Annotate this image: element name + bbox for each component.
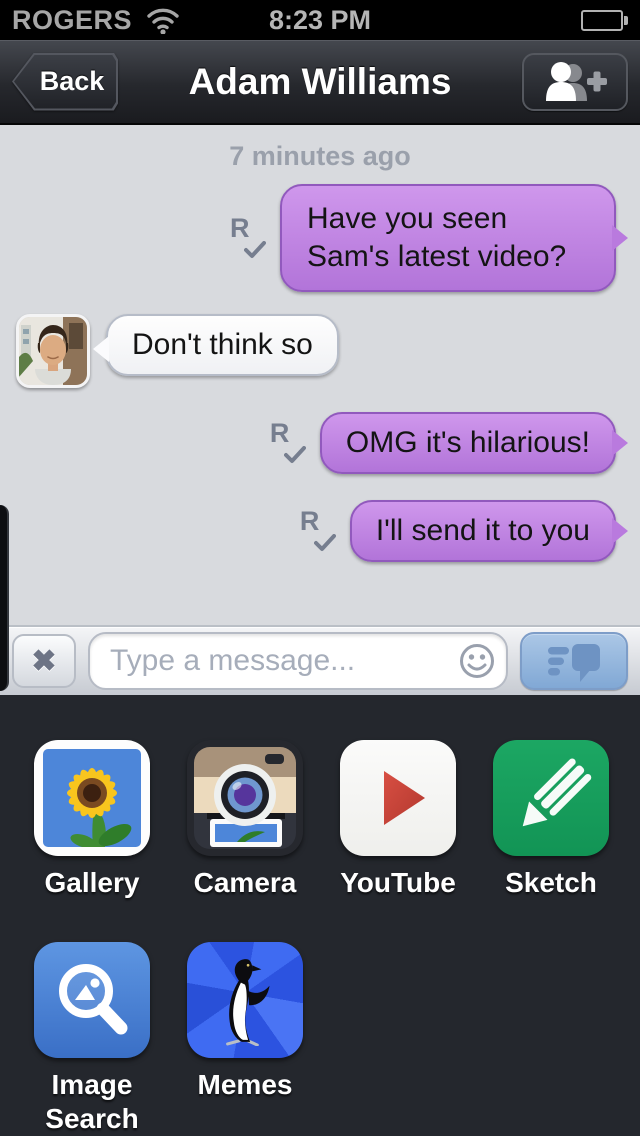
carrier-label: ROGERS (12, 5, 132, 36)
battery-icon (581, 10, 628, 31)
avatar[interactable] (16, 314, 90, 388)
app-label: Camera (170, 866, 320, 900)
app-tile-camera[interactable]: Camera (187, 740, 303, 900)
bubble-tail (612, 518, 628, 544)
add-contact-button[interactable] (522, 53, 628, 111)
chat-bubble-icon (545, 639, 603, 683)
send-button[interactable] (520, 632, 628, 690)
message-row-sent: R I'll send it to you (0, 500, 640, 562)
message-bubble[interactable]: I'll send it to you (350, 500, 616, 562)
back-button[interactable]: Back (12, 53, 118, 111)
status-bar: ROGERS 8:23 PM (0, 0, 640, 40)
sketch-icon (493, 740, 609, 856)
app-label: Sketch (476, 866, 626, 900)
receipt-letter: R (300, 506, 320, 537)
app-label: Image Search (17, 1068, 167, 1136)
message-input-wrap (88, 632, 508, 690)
app-tile-image-search[interactable]: Image Search (34, 942, 150, 1136)
memes-icon (187, 942, 303, 1058)
youtube-icon (340, 740, 456, 856)
back-button-label: Back (40, 66, 105, 97)
avatar-photo (19, 317, 87, 385)
image-search-icon (34, 942, 150, 1058)
app-screen: ROGERS 8:23 PM Back Adam Williams (0, 0, 640, 1136)
bubble-tail (612, 225, 628, 251)
message-bubble[interactable]: Don't think so (106, 314, 339, 376)
read-receipt-icon: R (294, 506, 338, 556)
message-text: I'll send it to you (376, 514, 590, 547)
app-label: Gallery (17, 866, 167, 900)
clock: 8:23 PM (269, 5, 371, 36)
app-tile-youtube[interactable]: YouTube (340, 740, 456, 900)
wifi-icon (146, 6, 180, 34)
message-row-received: Don't think so (0, 314, 640, 388)
message-row-sent: R OMG it's hilarious! (0, 412, 640, 474)
app-tile-sketch[interactable]: Sketch (493, 740, 609, 900)
receipt-letter: R (270, 418, 290, 449)
app-tile-gallery[interactable]: Gallery (34, 740, 150, 900)
close-icon: ✖ (31, 644, 56, 679)
camera-icon (187, 740, 303, 856)
add-person-icon (543, 61, 607, 103)
message-bubble[interactable]: OMG it's hilarious! (320, 412, 616, 474)
app-label: Memes (170, 1068, 320, 1102)
close-tray-button[interactable]: ✖ (12, 634, 76, 688)
side-panel-edge[interactable] (0, 505, 9, 691)
conversation-title: Adam Williams (189, 61, 452, 103)
emoji-icon[interactable] (458, 642, 496, 680)
message-row-sent: R Have you seen Sam's latest video? (0, 184, 640, 292)
back-button-face: Back (14, 55, 116, 109)
app-label: YouTube (323, 866, 473, 900)
composer-bar: ✖ (0, 625, 640, 695)
timestamp: 7 minutes ago (0, 125, 640, 172)
message-text: OMG it's hilarious! (346, 426, 590, 459)
app-tray: Gallery (0, 695, 640, 1136)
receipt-letter: R (230, 213, 250, 244)
message-text: Have you seen Sam's latest video? (307, 202, 566, 273)
bubble-tail (612, 430, 628, 456)
message-text: Don't think so (132, 328, 313, 361)
read-receipt-icon: R (224, 213, 268, 263)
gallery-icon (34, 740, 150, 856)
read-receipt-icon: R (264, 418, 308, 468)
nav-bar: Back Adam Williams (0, 40, 640, 125)
message-input[interactable] (88, 632, 508, 690)
app-tile-memes[interactable]: Memes (187, 942, 303, 1136)
bubble-tail (93, 336, 109, 362)
message-bubble[interactable]: Have you seen Sam's latest video? (280, 184, 616, 292)
message-list: 7 minutes ago R Have you seen Sam's late… (0, 125, 640, 625)
